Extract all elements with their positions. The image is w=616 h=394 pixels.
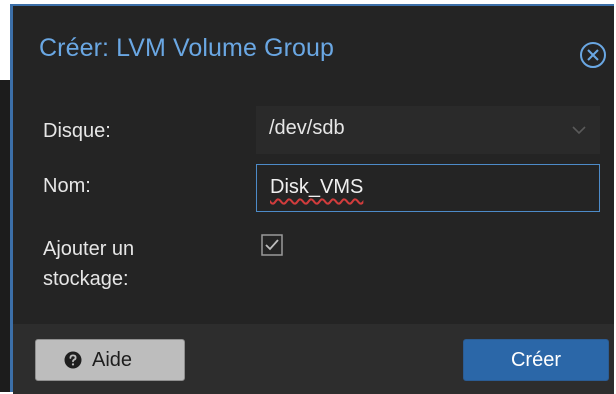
help-button[interactable]: Aide (35, 339, 185, 381)
create-button[interactable]: Créer (463, 339, 609, 381)
name-label: Nom: (43, 175, 91, 197)
create-lvm-dialog: Créer: LVM Volume Group Disque: /dev/sdb… (10, 4, 614, 394)
window-edge (0, 80, 10, 392)
question-circle-icon (64, 351, 82, 369)
help-button-label: Aide (92, 349, 133, 371)
disk-select[interactable]: /dev/sdb (256, 106, 600, 154)
create-button-label: Créer (510, 349, 561, 371)
add-storage-label-line2: stockage: (43, 268, 129, 290)
add-storage-label: Ajouter un stockage: (43, 234, 134, 294)
name-input[interactable]: Disk_VMS (256, 164, 600, 212)
close-icon[interactable] (578, 40, 608, 70)
name-input-value: Disk_VMS (270, 176, 364, 198)
disk-select-value: /dev/sdb (269, 117, 345, 139)
disk-label: Disque: (43, 120, 111, 142)
dialog-footer: Aide Créer (13, 324, 614, 394)
dialog-header: Créer: LVM Volume Group (13, 6, 614, 92)
dialog-title: Créer: LVM Volume Group (39, 34, 335, 62)
add-storage-checkbox[interactable] (261, 234, 283, 256)
chevron-down-icon[interactable] (570, 121, 588, 139)
add-storage-label-line1: Ajouter un (43, 238, 135, 260)
